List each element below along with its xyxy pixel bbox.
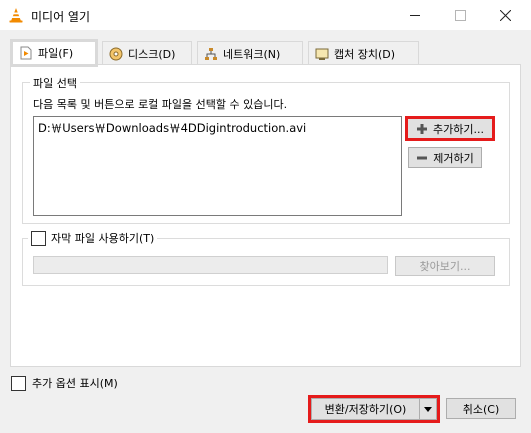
browse-button[interactable]: 찾아보기... — [395, 256, 495, 276]
capture-device-icon — [315, 48, 329, 60]
add-file-button[interactable]: 추가하기... — [405, 116, 495, 141]
tab-disc[interactable]: 디스크(D) — [102, 41, 192, 65]
close-button[interactable] — [485, 0, 525, 30]
tab-file[interactable]: 파일(F) — [10, 39, 98, 67]
list-item[interactable]: D:￦Users￦Downloads￦4DDigintroduction.avi — [38, 120, 397, 136]
minus-icon — [417, 156, 428, 159]
vlc-cone-icon — [9, 8, 23, 23]
convert-save-button[interactable]: 변환/저장하기(O) — [311, 398, 419, 420]
convert-dropdown-button[interactable] — [419, 398, 437, 420]
subtitle-group-header: 자막 파일 사용하기(T) — [28, 230, 158, 246]
file-selection-description: 다음 목록 및 버튼으로 로컬 파일을 선택할 수 있습니다. — [33, 98, 288, 111]
tab-file-label: 파일(F) — [38, 47, 74, 60]
convert-save-button-label: 변환/저장하기(O) — [324, 403, 407, 416]
cancel-button[interactable]: 취소(C) — [446, 398, 516, 419]
file-selection-group-label: 파일 선택 — [30, 75, 80, 91]
tab-disc-label: 디스크(D) — [128, 47, 176, 61]
browse-button-label: 찾아보기... — [419, 260, 471, 273]
more-options-toggle[interactable]: 추가 옵션 표시(M) — [11, 375, 118, 391]
more-options-checkbox[interactable] — [11, 375, 26, 391]
maximize-button[interactable] — [440, 0, 480, 30]
window-title: 미디어 열기 — [31, 10, 91, 24]
file-list[interactable]: D:￦Users￦Downloads￦4DDigintroduction.avi — [33, 116, 402, 216]
convert-save-split-button[interactable]: 변환/저장하기(O) — [308, 395, 440, 423]
subtitle-checkbox-label[interactable]: 자막 파일 사용하기(T) — [51, 230, 154, 246]
maximize-icon — [454, 9, 466, 21]
subtitle-checkbox[interactable] — [31, 230, 46, 246]
file-play-icon — [20, 46, 32, 60]
tab-capture-device[interactable]: 캡처 장치(D) — [308, 41, 419, 65]
more-options-label: 추가 옵션 표시(M) — [32, 377, 118, 390]
cancel-button-label: 취소(C) — [462, 402, 500, 416]
minimize-button[interactable] — [395, 0, 435, 30]
remove-file-button[interactable]: 제거하기 — [408, 147, 482, 168]
subtitle-file-input[interactable] — [33, 256, 388, 274]
tab-network-label: 네트워크(N) — [223, 47, 281, 61]
add-file-button-label: 추가하기... — [433, 122, 484, 136]
tab-capture-device-label: 캡처 장치(D) — [334, 47, 396, 61]
network-icon — [205, 47, 217, 60]
minimize-icon — [410, 14, 420, 16]
disc-icon — [109, 47, 123, 60]
chevron-down-icon — [424, 406, 432, 412]
close-icon — [499, 9, 511, 21]
plus-icon — [417, 123, 427, 134]
tab-network[interactable]: 네트워크(N) — [197, 41, 303, 65]
remove-file-button-label: 제거하기 — [433, 151, 474, 165]
